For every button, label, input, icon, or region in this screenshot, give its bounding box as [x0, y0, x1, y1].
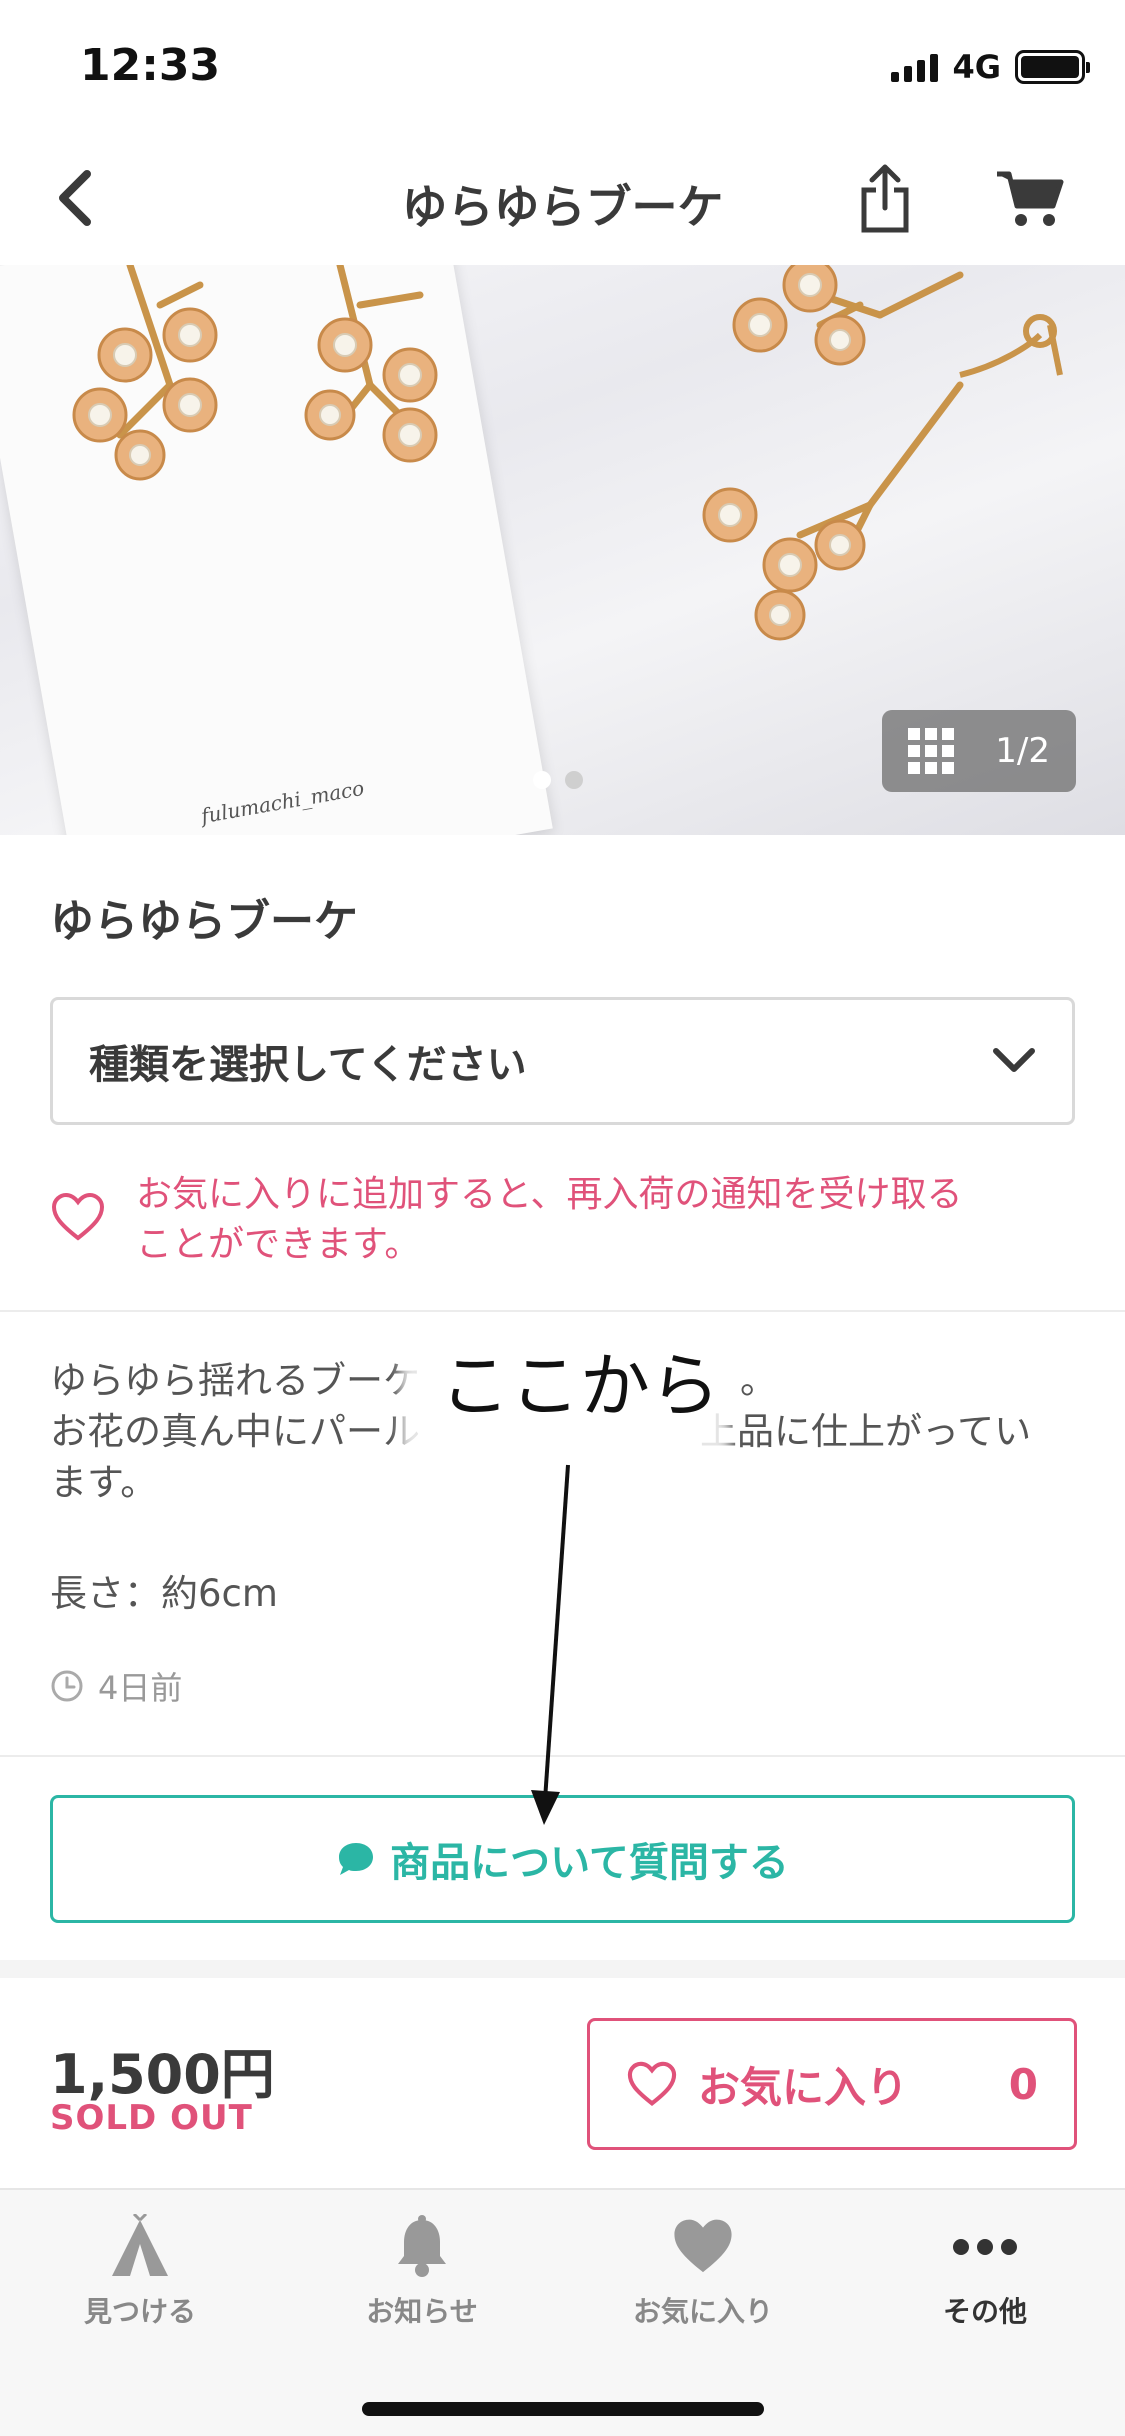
bell-icon: [398, 2215, 446, 2277]
product-name: ゆらゆらブーケ: [50, 896, 358, 947]
notice-line: お気に入りに追加すると、再入荷の通知を受け取る: [136, 1174, 963, 1215]
favorite-notice: お気に入りに追加すると、再入荷の通知を受け取る ことができます。: [50, 1170, 1090, 1270]
image-counter: 1/2: [995, 731, 1050, 771]
tab-discover[interactable]: 見つける: [40, 2214, 240, 2330]
status-time: 12:33: [80, 40, 221, 91]
share-icon: [861, 164, 909, 233]
product-image-carousel[interactable]: fulumachi_maco 1/2: [0, 265, 1125, 835]
favorite-button[interactable]: お気に入り 0: [587, 2018, 1077, 2150]
nav-bar: ゆらゆらブーケ: [0, 135, 1125, 265]
heart-icon: [674, 2219, 732, 2273]
tab-notifications[interactable]: お知らせ: [322, 2214, 522, 2330]
tab-more[interactable]: その他: [885, 2214, 1085, 2330]
more-icon: [953, 2239, 1017, 2255]
tab-bar: 見つける お知らせ お気に入り その他: [0, 2188, 1125, 2436]
divider: [0, 1755, 1125, 1757]
ask-question-label: 商品について質問する: [390, 1840, 789, 1886]
status-indicators: 4G: [891, 48, 1090, 86]
network-type: 4G: [952, 48, 1001, 86]
signal-icon: [891, 52, 939, 82]
annotation-label: ここから: [440, 1345, 720, 1427]
section-separator: [0, 1960, 1125, 1978]
heart-outline-icon: [627, 2061, 677, 2106]
cart-button[interactable]: [990, 163, 1070, 233]
carousel-dots: [533, 771, 583, 789]
tab-label: 見つける: [83, 2295, 196, 2328]
sold-out-badge: SOLD OUT: [50, 2098, 253, 2138]
share-button[interactable]: [850, 159, 920, 239]
battery-icon: [1015, 50, 1090, 84]
gallery-button[interactable]: 1/2: [882, 710, 1076, 792]
cart-icon: [997, 171, 1064, 226]
posted-time-text: 4日前: [98, 1669, 183, 1707]
description-text: お花の真ん中にパール: [50, 1410, 420, 1453]
favorite-button-label: お気に入り: [698, 2062, 909, 2112]
tent-icon: [112, 2214, 168, 2276]
page-title: ゆらゆらブーケ: [401, 180, 724, 234]
clock-icon: [51, 1670, 83, 1702]
divider: [0, 1310, 1125, 1312]
carousel-dot[interactable]: [533, 771, 551, 789]
product-length: 長さ：約6cm: [50, 1572, 278, 1615]
grid-icon: [908, 728, 954, 774]
tab-label: その他: [942, 2295, 1027, 2328]
heart-outline-icon: [51, 1192, 105, 1241]
ask-question-button[interactable]: 商品について質問する: [50, 1795, 1075, 1923]
status-bar: 12:33 4G: [0, 0, 1125, 135]
favorite-notice-text: お気に入りに追加すると、再入荷の通知を受け取る ことができます。: [136, 1170, 963, 1270]
description-text: 上品に仕上がってい: [700, 1410, 1032, 1453]
carousel-dot[interactable]: [565, 771, 583, 789]
description-text: ゆらゆら揺れるブーケ: [50, 1359, 420, 1402]
chat-bubble-icon: [339, 1843, 374, 1875]
tab-favorites[interactable]: お気に入り: [603, 2214, 803, 2330]
variant-select[interactable]: 種類を選択してください: [50, 997, 1075, 1125]
tab-label: お知らせ: [366, 2295, 478, 2328]
tab-label: お気に入り: [632, 2295, 773, 2328]
variant-placeholder: 種類を選択してください: [89, 1042, 527, 1088]
notice-line: ことができます。: [136, 1224, 421, 1265]
favorite-count: 0: [1008, 2059, 1038, 2109]
posted-time: 4日前: [50, 1663, 182, 1709]
chevron-down-icon: [993, 1048, 1035, 1072]
home-indicator[interactable]: [362, 2402, 764, 2416]
description-text: 。: [740, 1359, 777, 1402]
